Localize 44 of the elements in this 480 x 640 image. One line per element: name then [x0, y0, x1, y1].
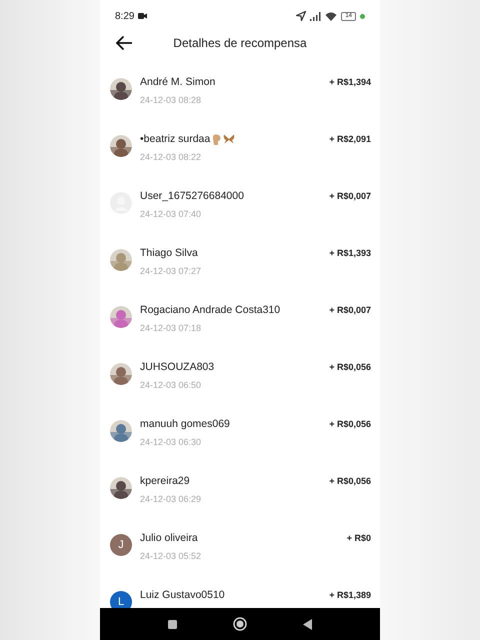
- transaction-date: 24-12-03 07:27: [140, 266, 202, 276]
- transaction-date: 24-12-03 08:22: [140, 152, 202, 162]
- reward-amount: + R$0,056: [329, 419, 371, 429]
- page-title: Detalhes de recompensa: [173, 36, 307, 50]
- signal-icon: [310, 12, 322, 20]
- user-name: Julio oliveira: [140, 532, 198, 544]
- user-name: •beatriz surdaa: [140, 133, 210, 145]
- user-name: kpereira29: [140, 475, 190, 487]
- status-time: 8:29: [115, 10, 134, 22]
- avatar-initial: L: [110, 591, 132, 608]
- user-name: User_1675276684000: [140, 190, 244, 202]
- butterfly-icon: [223, 134, 236, 144]
- back-icon[interactable]: [303, 618, 312, 630]
- hand-icon: [212, 134, 222, 144]
- reward-amount: + R$2,091: [329, 134, 371, 144]
- reward-amount: + R$0: [346, 533, 371, 543]
- reward-amount: + R$1,393: [329, 248, 371, 258]
- avatar-initial: J: [110, 534, 132, 556]
- reward-amount: + R$1,394: [329, 77, 371, 87]
- transaction-date: 24-12-03 07:18: [140, 323, 202, 333]
- back-arrow-icon[interactable]: [115, 35, 133, 51]
- transaction-date: 24-12-03 07:40: [140, 209, 202, 219]
- user-name: manuuh gomes069: [140, 418, 230, 430]
- user-name: Luiz Gustavo0510: [140, 589, 225, 601]
- reward-amount: + R$1,389: [329, 590, 371, 600]
- transaction-date: 24-12-03 05:52: [140, 551, 202, 561]
- home-icon[interactable]: [233, 617, 247, 631]
- user-name: JUHSOUZA803: [140, 361, 214, 373]
- wifi-icon: [325, 12, 338, 20]
- user-name: Rogaciano Andrade Costa310: [140, 304, 280, 316]
- transaction-date: 24-12-03 06:30: [140, 437, 202, 447]
- transaction-date: 24-12-03 06:50: [140, 380, 202, 390]
- notification-dot-icon: [360, 14, 365, 18]
- camera-icon: [138, 13, 148, 19]
- reward-amount: + R$0,056: [329, 362, 371, 372]
- location-arrow-icon: [296, 11, 306, 21]
- transaction-date: 24-12-03 08:28: [140, 95, 202, 105]
- transaction-date: 24-12-03 06:29: [140, 494, 202, 504]
- user-name: André M. Simon: [140, 76, 216, 88]
- user-name: Thiago Silva: [140, 247, 198, 259]
- reward-amount: + R$0,007: [329, 191, 371, 201]
- reward-amount: + R$0,056: [329, 476, 371, 486]
- recent-apps-icon[interactable]: [168, 620, 177, 628]
- reward-amount: + R$0,007: [329, 305, 371, 315]
